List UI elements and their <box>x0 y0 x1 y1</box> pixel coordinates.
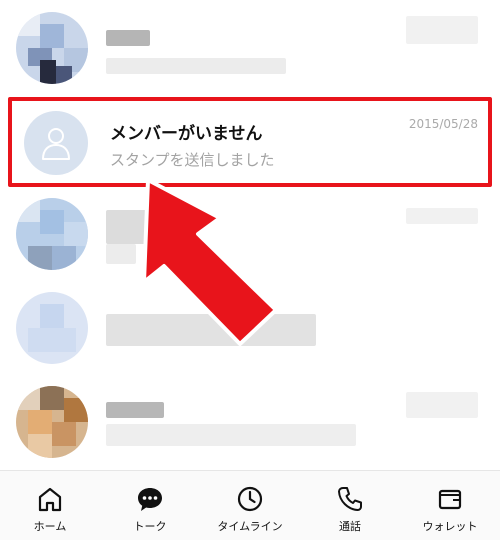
chat-list: メンバーがいません スタンプを送信しました 2015/05/28 <box>0 0 500 470</box>
person-placeholder-icon <box>24 111 88 175</box>
clock-icon <box>237 486 263 512</box>
avatar <box>16 12 88 84</box>
home-icon <box>38 487 62 512</box>
tab-bar: ホーム トーク タイムライン 通話 ウォレット <box>0 470 500 540</box>
red-arrow-icon <box>142 178 278 346</box>
tab-label: タイムライン <box>217 520 283 533</box>
chat-preview: スタンプを送信しました <box>110 151 275 169</box>
tab-label: ウォレット <box>422 520 478 533</box>
tab-talk[interactable]: トーク <box>100 471 200 540</box>
tab-label: トーク <box>133 520 167 533</box>
tab-label: 通話 <box>339 520 361 533</box>
tab-call[interactable]: 通話 <box>300 471 400 540</box>
avatar <box>16 292 88 364</box>
chat-bubble-icon <box>138 488 162 511</box>
wallet-icon <box>438 489 462 510</box>
chat-row-censored[interactable] <box>0 4 500 96</box>
chat-row-highlighted[interactable]: メンバーがいません スタンプを送信しました 2015/05/28 <box>8 97 492 187</box>
tab-timeline[interactable]: タイムライン <box>200 471 300 540</box>
tab-home[interactable]: ホーム <box>0 471 100 540</box>
chat-name: メンバーがいません <box>110 124 263 144</box>
tab-wallet[interactable]: ウォレット <box>400 471 500 540</box>
chat-row-censored[interactable] <box>0 378 500 470</box>
avatar <box>16 198 88 270</box>
chat-date: 2015/05/28 <box>408 117 478 131</box>
avatar <box>16 386 88 458</box>
tab-label: ホーム <box>33 520 67 533</box>
phone-icon <box>338 487 362 511</box>
